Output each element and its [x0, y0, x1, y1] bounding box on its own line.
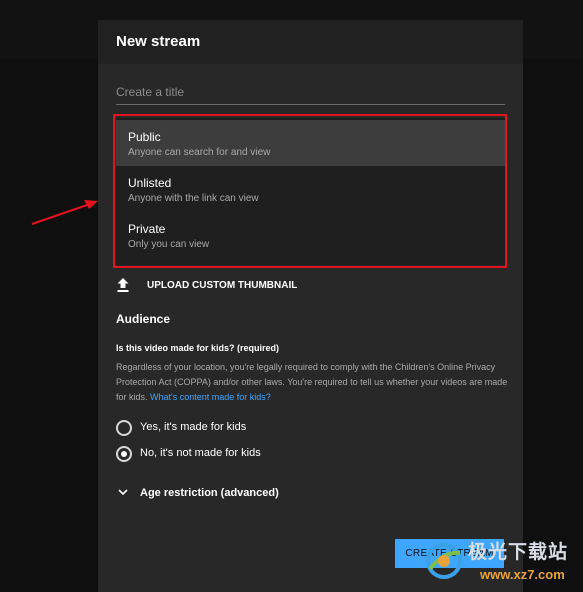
upload-icon — [117, 278, 129, 292]
visibility-menu: Public Anyone can search for and view Un… — [116, 118, 506, 265]
watermark-text: 极光下载站 — [468, 542, 569, 563]
made-for-kids-help-link[interactable]: What's content made for kids? — [150, 392, 271, 402]
new-stream-dialog: New stream Public Anyone can search for … — [98, 20, 523, 592]
title-input[interactable] — [116, 80, 505, 105]
radio-label: Yes, it's made for kids — [140, 421, 247, 433]
visibility-option-private[interactable]: Private Only you can view — [116, 212, 506, 258]
dialog-header: New stream — [98, 20, 523, 64]
watermark: 极光下载站 www.xz7.com — [420, 533, 578, 589]
radio-button-checked[interactable] — [116, 446, 132, 462]
visibility-option-unlisted[interactable]: Unlisted Anyone with the link can view — [116, 166, 506, 212]
radio-button[interactable] — [116, 420, 132, 436]
audience-heading: Audience — [116, 312, 171, 326]
visibility-option-label: Public — [128, 130, 161, 144]
made-for-kids-question: Is this video made for kids? (required) — [116, 343, 280, 353]
visibility-option-public[interactable]: Public Anyone can search for and view — [116, 120, 506, 166]
upload-thumbnail-label: UPLOAD CUSTOM THUMBNAIL — [147, 280, 298, 291]
watermark-logo-icon — [426, 543, 462, 579]
visibility-option-label: Unlisted — [128, 176, 172, 190]
visibility-option-description: Anyone with the link can view — [128, 193, 259, 204]
chevron-down-icon — [118, 489, 128, 496]
watermark-url: www.xz7.com — [480, 567, 565, 582]
radio-label: No, it's not made for kids — [140, 447, 261, 459]
annotation-arrow-icon — [31, 200, 98, 226]
visibility-option-description: Only you can view — [128, 239, 210, 250]
visibility-option-label: Private — [128, 222, 166, 236]
visibility-option-description: Anyone can search for and view — [128, 147, 271, 158]
dialog-title: New stream — [116, 33, 201, 50]
age-restriction-label: Age restriction (advanced) — [140, 487, 279, 499]
made-for-kids-explanation: Regardless of your location, you're lega… — [116, 360, 511, 405]
